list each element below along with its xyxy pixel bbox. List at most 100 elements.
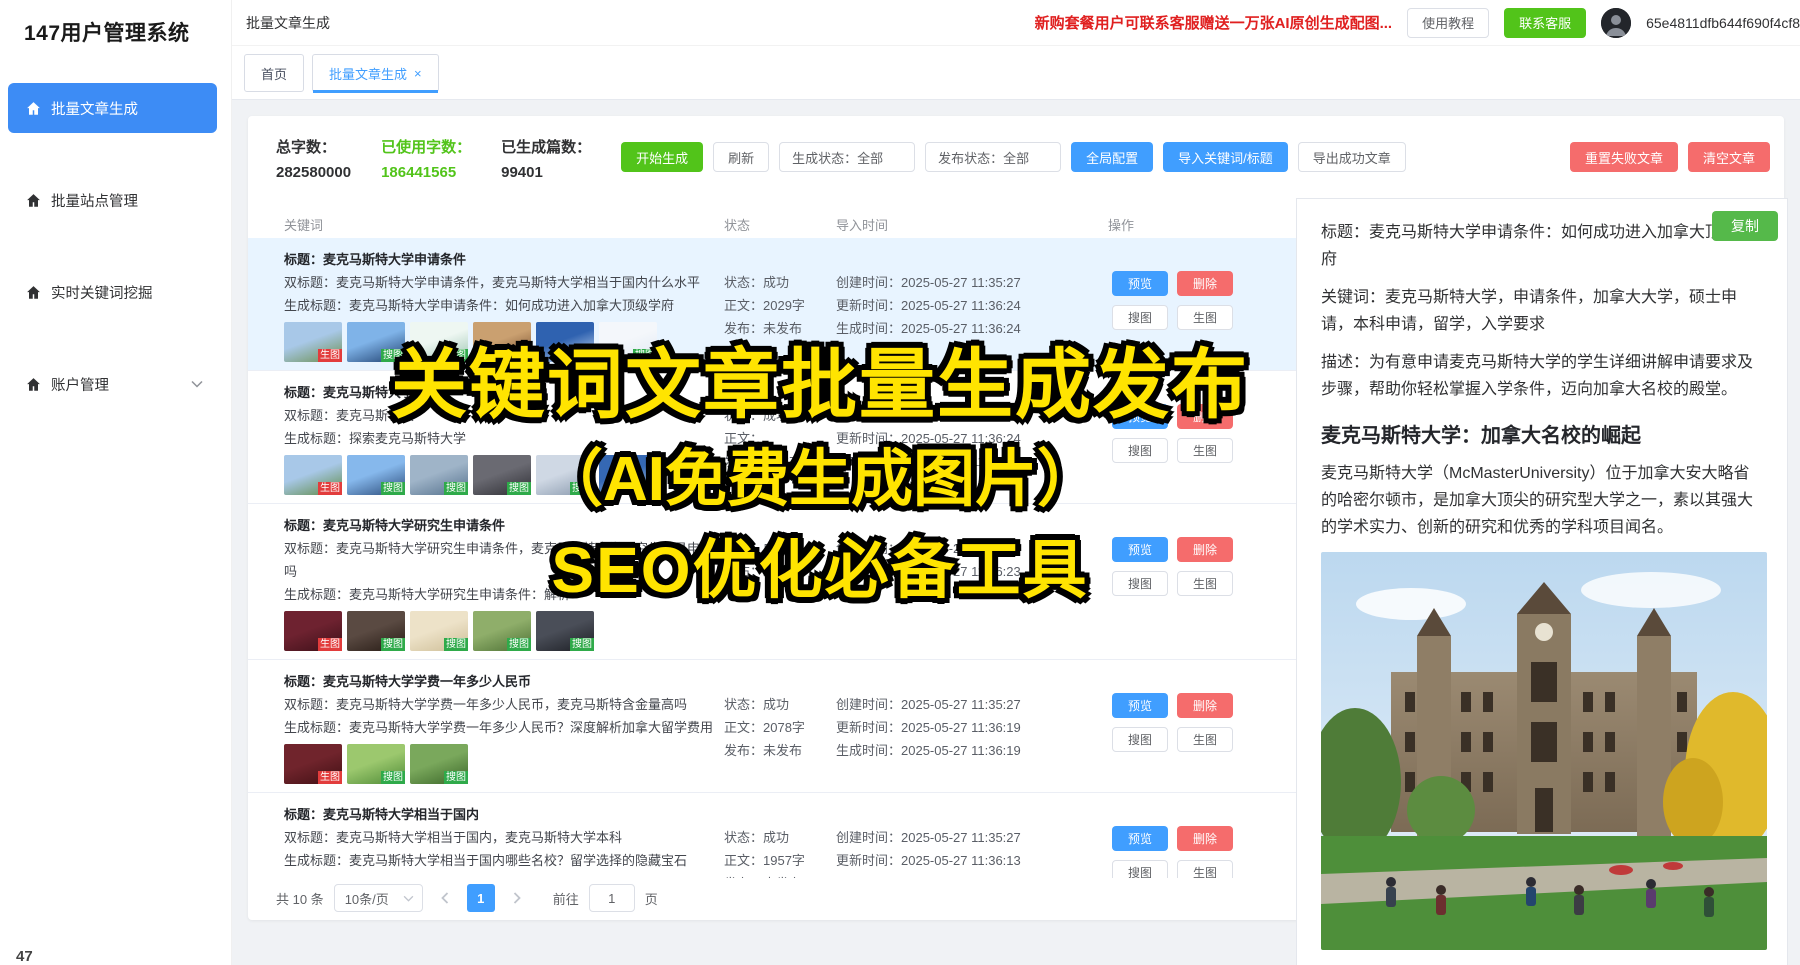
search-image-button[interactable]: 搜图 [1112,438,1168,463]
keyword-cell: 标题：麦克马斯特大学研究生申请条件双标题：麦克马斯特大学研究生申请条件，麦克马斯… [284,514,724,651]
article-thumbnail[interactable]: 搜图 [410,322,468,362]
article-thumbnail[interactable]: 搜图 [347,744,405,784]
article-title: 标题：麦克马斯特大学研究生申请条件 [284,514,724,537]
generate-image-button[interactable]: 生图 [1177,571,1233,596]
delete-button[interactable]: 删除 [1177,271,1233,296]
article-thumbnail[interactable]: 搜图 [347,322,405,362]
created-time: 创建时间：2025-05-27 11:35:27 [836,826,1108,849]
sidebar-item-label: 批量文章生成 [51,98,138,119]
reset-failed-button[interactable]: 重置失败文章 [1570,142,1678,172]
search-image-tag: 搜图 [570,349,594,362]
word-count-line: 正文： [724,427,836,450]
sidebar: 147用户管理系统 批量文章生成批量站点管理实时关键词挖掘账户管理 47 [0,0,232,965]
updated-time: 更新时间：2025-05-27 11:36:13 [836,849,1108,872]
thumbnail-strip: 生图搜图搜图搜图搜图 [284,611,724,651]
article-thumbnail[interactable]: 生图 [284,744,342,784]
article-thumbnail[interactable]: 搜图 [347,611,405,651]
tutorial-button[interactable]: 使用教程 [1407,8,1489,38]
close-icon[interactable]: × [414,66,422,81]
page-size-select[interactable]: 10条/页 [334,884,423,912]
import-keywords-button[interactable]: 导入关键词/标题 [1163,142,1288,172]
thumbnail-strip: 生图搜图搜图搜图搜图搜图 [284,455,724,495]
search-image-tag: 搜图 [633,349,657,362]
search-image-tag: 搜图 [381,771,405,784]
export-success-button[interactable]: 导出成功文章 [1298,142,1406,172]
preview-keywords: 关键词：麦克马斯特大学，申请条件，加拿大大学，硕士申请，本科申请，留学，入学要求 [1321,284,1764,338]
sidebar-item-account[interactable]: 账户管理 [8,359,217,409]
pagination-total: 共 10 条 [276,889,324,908]
search-image-tag: 搜图 [570,638,594,651]
tab-home[interactable]: 首页 [244,54,304,92]
created-time: 创建时间：2025-05-27 11:35:27 [836,537,1108,560]
preview-title: 标题：麦克马斯特大学申请条件：如何成功进入加拿大顶级学府 [1321,219,1764,273]
preview-button[interactable]: 预览 [1112,537,1168,562]
global-config-button[interactable]: 全局配置 [1071,142,1153,172]
article-thumbnail[interactable]: 搜图 [410,455,468,495]
article-thumbnail[interactable]: 搜图 [347,455,405,495]
article-double-title: 双标题：麦克马斯特大学研究生申请条件，麦克马斯特大学研究生容易申请吗 [284,537,724,583]
refresh-button[interactable]: 刷新 [713,142,769,172]
preview-button[interactable]: 预览 [1112,404,1168,429]
preview-button[interactable]: 预览 [1112,826,1168,851]
search-image-tag: 搜图 [633,482,657,495]
generated-time: 生成时间：2025-05-27 11:36:24 [836,317,1108,340]
sidebar-item-keyword-mining[interactable]: 实时关键词挖掘 [8,267,217,317]
generated-time: 生成时间：2025-05-27 11:36:23 [836,560,1108,583]
stat-0: 总字数：282580000 [276,136,351,186]
search-image-button[interactable]: 搜图 [1112,305,1168,330]
goto-page-input[interactable] [589,884,635,912]
preview-button[interactable]: 预览 [1112,271,1168,296]
status-line: 状态：成功 [724,404,836,427]
copy-button[interactable]: 复制 [1712,211,1778,241]
prev-page-button[interactable] [433,884,457,912]
sidebar-footer-partial: 47 [16,948,33,965]
delete-button[interactable]: 删除 [1177,537,1233,562]
article-double-title: 双标题：麦克马斯特大学相当于国内，麦克马斯特大学本科 [284,826,724,849]
generate-status-select[interactable]: 生成状态：全部 [779,142,915,172]
tab-article-gen[interactable]: 批量文章生成× [312,54,439,92]
stat-label: 已生成篇数： [501,136,591,160]
delete-button[interactable]: 删除 [1177,693,1233,718]
article-thumbnail[interactable]: 搜图 [599,455,657,495]
home-icon [26,377,41,392]
keyword-cell: 标题：麦克马斯特大学双标题：麦克马斯特大生成标题：探索麦克马斯特大学生图搜图搜图… [284,381,724,495]
avatar[interactable] [1601,8,1631,38]
article-thumbnail[interactable]: 搜图 [410,611,468,651]
tab-label: 首页 [261,64,287,83]
publish-status-select[interactable]: 发布状态：全部 [925,142,1061,172]
page-number-button[interactable]: 1 [467,884,495,912]
user-id[interactable]: 65e4811dfb644f690f4cf8 [1646,15,1800,31]
sidebar-item-article-gen[interactable]: 批量文章生成 [8,83,217,133]
search-image-button[interactable]: 搜图 [1112,727,1168,752]
article-thumbnail[interactable]: 生图 [284,322,342,362]
article-thumbnail[interactable]: 生图 [284,611,342,651]
generate-image-button[interactable]: 生图 [1177,305,1233,330]
article-thumbnail[interactable]: 搜图 [473,611,531,651]
sidebar-item-site-mgmt[interactable]: 批量站点管理 [8,175,217,225]
article-thumbnail[interactable]: 搜图 [473,322,531,362]
article-preview-panel: 复制 标题：麦克马斯特大学申请条件：如何成功进入加拿大顶级学府 关键词：麦克马斯… [1296,198,1788,965]
delete-button[interactable]: 删除 [1177,826,1233,851]
search-image-button[interactable]: 搜图 [1112,571,1168,596]
article-thumbnail[interactable]: 搜图 [536,455,594,495]
preview-button[interactable]: 预览 [1112,693,1168,718]
announcement-text[interactable]: 新购套餐用户可联系客服赠送一万张AI原创生成配图... [1035,12,1393,33]
article-thumbnail[interactable]: 搜图 [410,744,468,784]
time-cell: 创建时间：2025-05-27 11:35:27生成时间：2025-05-27 … [836,514,1108,651]
article-thumbnail[interactable]: 搜图 [536,322,594,362]
clear-articles-button[interactable]: 清空文章 [1688,142,1770,172]
search-image-button[interactable]: 搜图 [1112,860,1168,878]
article-thumbnail[interactable]: 搜图 [473,455,531,495]
contact-support-button[interactable]: 联系客服 [1504,8,1586,38]
generate-image-button[interactable]: 生图 [1177,860,1233,878]
preview-description: 描述：为有意申请麦克马斯特大学的学生详细讲解申请要求及步骤，帮助你轻松掌握入学条… [1321,349,1764,403]
generate-image-button[interactable]: 生图 [1177,727,1233,752]
next-page-button[interactable] [505,884,529,912]
article-thumbnail[interactable]: 生图 [284,455,342,495]
article-thumbnail[interactable]: 搜图 [536,611,594,651]
stat-label: 总字数： [276,136,351,160]
delete-button[interactable]: 删除 [1177,404,1233,429]
article-thumbnail[interactable]: 搜图 [599,322,657,362]
start-generate-button[interactable]: 开始生成 [621,142,703,172]
generate-image-button[interactable]: 生图 [1177,438,1233,463]
